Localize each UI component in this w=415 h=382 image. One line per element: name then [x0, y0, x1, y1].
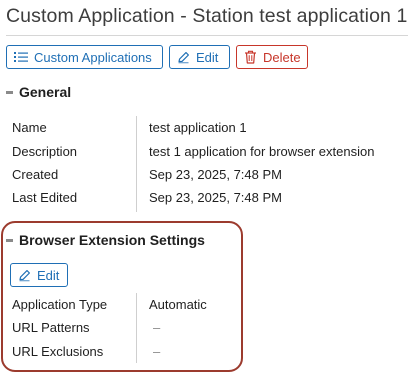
application-type-value: Automatic [149, 297, 207, 312]
url-exclusions-label: URL Exclusions [12, 344, 104, 359]
browser-extension-section-title: Browser Extension Settings [19, 232, 205, 248]
pencil-icon [177, 51, 190, 64]
browser-extension-column-divider [136, 293, 137, 363]
collapse-icon[interactable] [6, 238, 13, 242]
last-edited-value: Sep 23, 2025, 7:48 PM [149, 190, 282, 205]
created-value: Sep 23, 2025, 7:48 PM [149, 167, 282, 182]
general-column-divider [136, 116, 137, 212]
edit-label: Edit [37, 267, 60, 283]
edit-label: Edit [196, 49, 219, 65]
list-icon [14, 51, 28, 63]
url-exclusions-value: – [153, 344, 161, 359]
name-label: Name [12, 120, 47, 135]
description-value: test 1 application for browser extension [149, 144, 375, 159]
title-divider [6, 35, 408, 36]
custom-applications-button[interactable]: Custom Applications [6, 45, 163, 69]
browser-extension-edit-button[interactable]: Edit [10, 263, 68, 287]
delete-label: Delete [263, 49, 301, 65]
pencil-icon [18, 269, 31, 282]
delete-button[interactable]: Delete [236, 45, 308, 69]
custom-applications-label: Custom Applications [34, 49, 152, 65]
trash-icon [244, 50, 257, 64]
url-patterns-value: – [153, 320, 161, 335]
general-section-header[interactable]: General [6, 84, 71, 100]
application-type-label: Application Type [12, 297, 108, 312]
general-section-title: General [19, 84, 72, 100]
name-value: test application 1 [149, 120, 247, 135]
last-edited-label: Last Edited [12, 190, 78, 205]
page-title: Custom Application - Station test applic… [6, 5, 408, 27]
created-label: Created [12, 167, 59, 182]
edit-button[interactable]: Edit [169, 45, 230, 69]
browser-extension-section-header[interactable]: Browser Extension Settings [6, 232, 205, 248]
custom-application-page: Custom Application - Station test applic… [0, 0, 415, 382]
collapse-icon[interactable] [6, 90, 13, 94]
description-label: Description [12, 144, 78, 159]
url-patterns-label: URL Patterns [12, 320, 90, 335]
